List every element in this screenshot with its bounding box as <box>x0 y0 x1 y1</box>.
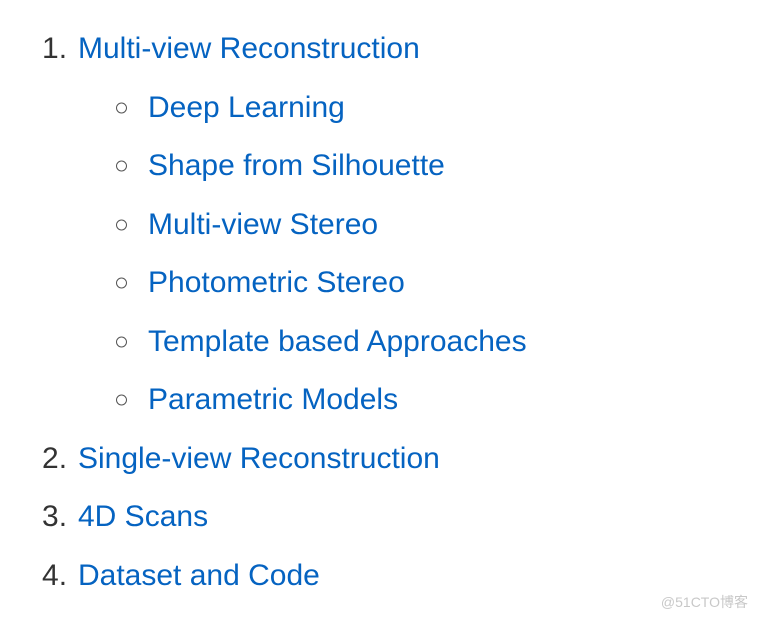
link-single-view-reconstruction[interactable]: Single-view Reconstruction <box>78 442 440 475</box>
toc-subitem-template-based-approaches: Template based Approaches <box>112 313 728 372</box>
sub-list-multi-view: Deep Learning Shape from Silhouette Mult… <box>78 79 728 430</box>
watermark-text: @51CTO博客 <box>661 589 748 616</box>
toc-subitem-multi-view-stereo: Multi-view Stereo <box>112 196 728 255</box>
toc-item-dataset-and-code: Dataset and Code <box>42 547 728 606</box>
toc-item-single-view-reconstruction: Single-view Reconstruction <box>42 430 728 489</box>
link-dataset-and-code[interactable]: Dataset and Code <box>78 559 320 592</box>
link-multi-view-reconstruction[interactable]: Multi-view Reconstruction <box>78 32 420 65</box>
toc-subitem-parametric-models: Parametric Models <box>112 371 728 430</box>
link-multi-view-stereo[interactable]: Multi-view Stereo <box>148 208 378 241</box>
toc-subitem-shape-from-silhouette: Shape from Silhouette <box>112 137 728 196</box>
table-of-contents: Multi-view Reconstruction Deep Learning … <box>30 20 728 605</box>
toc-subitem-deep-learning: Deep Learning <box>112 79 728 138</box>
link-template-based-approaches[interactable]: Template based Approaches <box>148 325 527 358</box>
link-photometric-stereo[interactable]: Photometric Stereo <box>148 266 405 299</box>
link-deep-learning[interactable]: Deep Learning <box>148 91 345 124</box>
toc-subitem-photometric-stereo: Photometric Stereo <box>112 254 728 313</box>
toc-item-4d-scans: 4D Scans <box>42 488 728 547</box>
link-parametric-models[interactable]: Parametric Models <box>148 383 398 416</box>
toc-item-multi-view-reconstruction: Multi-view Reconstruction Deep Learning … <box>42 20 728 430</box>
link-shape-from-silhouette[interactable]: Shape from Silhouette <box>148 149 445 182</box>
link-4d-scans[interactable]: 4D Scans <box>78 500 208 533</box>
